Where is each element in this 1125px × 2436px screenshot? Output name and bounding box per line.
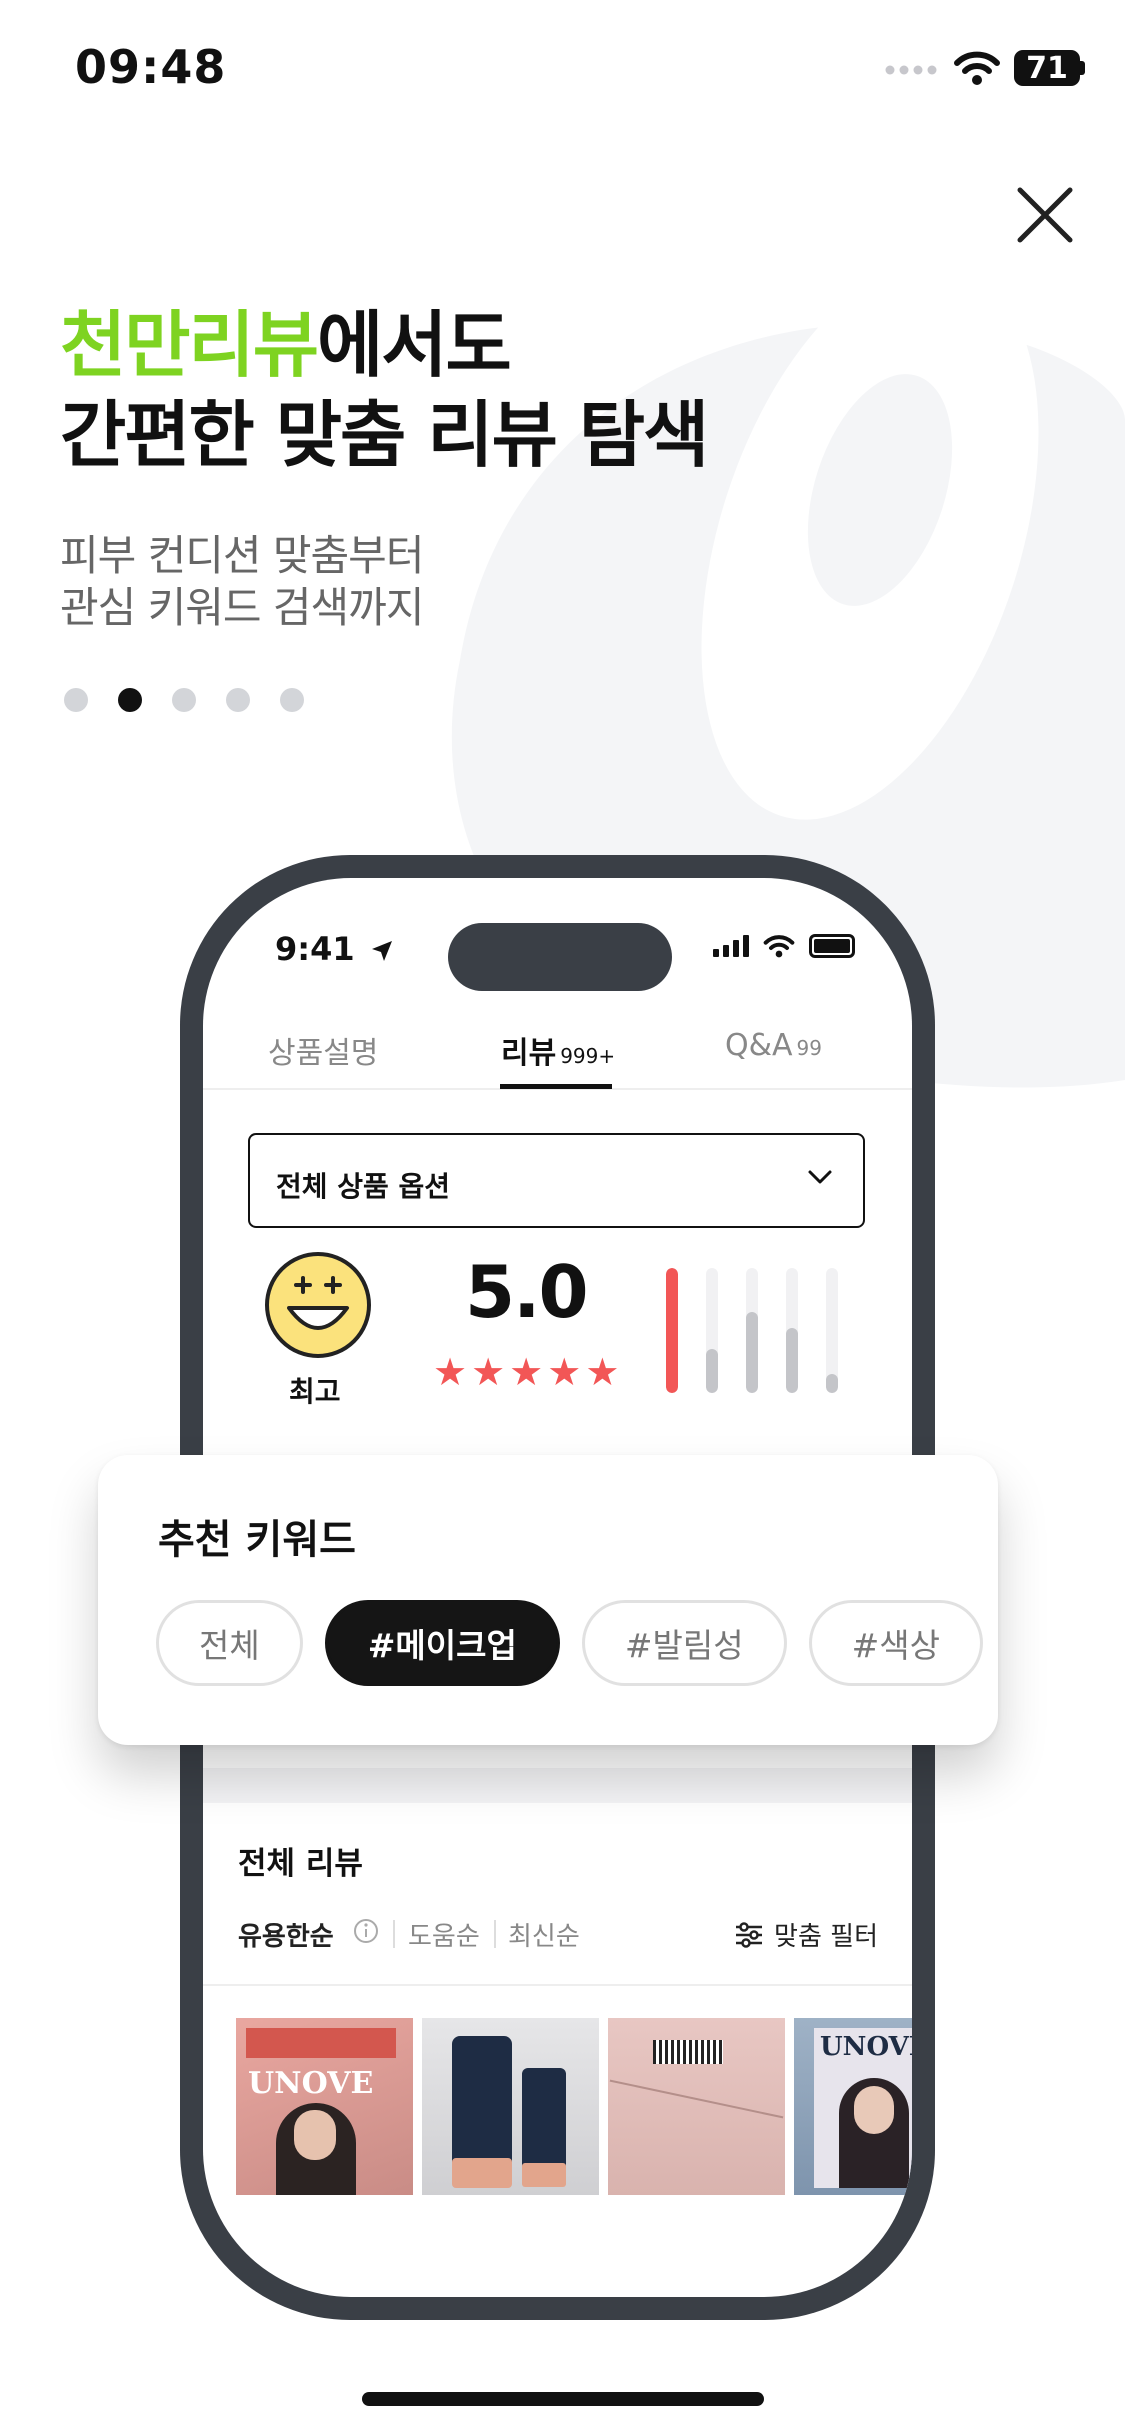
rating-bar [826,1268,838,1393]
sort-options: 유용한순 도움순 최신순 맞춤 필터 [238,1916,878,1956]
phone-wifi-icon [763,935,795,958]
rating-bar-fill [746,1312,758,1393]
battery-cap [1080,61,1085,75]
rating-bar-fill [786,1328,798,1393]
rating-bar-fill [706,1349,718,1393]
cellular-icon [713,935,749,957]
phone-status-time: 9:41 [275,930,394,968]
rating-bar-fill [826,1374,838,1393]
keyword-chip-color[interactable]: #색상 [808,1600,983,1686]
filter-sliders-icon [736,1921,763,1948]
rating-distribution [663,1268,863,1393]
rating-label: 최고 [289,1375,341,1408]
star-icon: ★ [433,1350,468,1394]
review-photo[interactable]: UNOVE [794,2018,912,2195]
review-photo[interactable] [422,2018,599,2195]
photo-brand-text: UNOVE [248,2066,374,2101]
sort-separator [494,1920,496,1948]
rating-bar [746,1268,758,1393]
page-dot-active[interactable] [118,688,142,712]
phone-time-text: 9:41 [275,930,355,968]
active-tab-indicator [500,1084,612,1089]
tab-qna[interactable]: Q&A 99 [725,1028,822,1063]
headline-line2: 간편한 맞춤 리뷰 탐색 [60,393,709,477]
location-arrow-icon [371,941,392,961]
photo-brand-text: UNOVE [820,2032,912,2062]
rating-bar [706,1268,718,1393]
star-icon: ★ [585,1350,620,1394]
chevron-down-icon [808,1170,832,1184]
phone-battery-icon [809,934,855,958]
status-icons: 71 [884,48,1085,88]
subtitle: 피부 컨디션 맞춤부터 관심 키워드 검색까지 [60,530,424,634]
tab-description[interactable]: 상품설명 [268,1028,378,1072]
star-icon: ★ [547,1350,582,1394]
page-dot[interactable] [64,688,88,712]
signal-icon [885,65,937,75]
review-photo[interactable] [608,2018,785,2195]
review-photo[interactable]: UNOVE [236,2018,413,2195]
sort-helpful[interactable]: 유용한순 [238,1916,334,1953]
review-photos: UNOVE UNOVE [236,2018,912,2195]
rating-bar [786,1268,798,1393]
keyword-chip-spreadability[interactable]: #발림성 [581,1600,787,1686]
tab-label: Q&A [725,1028,793,1063]
page-dot[interactable] [226,688,250,712]
average-score: 5.0 [465,1250,589,1334]
star-icon: ★ [509,1350,544,1394]
star-rating: ★ ★ ★ ★ ★ [433,1353,619,1391]
recommended-keywords-card: 추천 키워드 전체 #메이크업 #발림성 #색상 [98,1455,998,1745]
filter-label: 맞춤 필터 [774,1922,878,1952]
section-divider [203,1768,912,1803]
smiley-face-icon [265,1252,371,1358]
battery-icon: 71 [1014,50,1080,86]
phone-status-icons [713,934,855,958]
page-indicator [64,688,304,712]
close-icon[interactable] [1010,180,1080,250]
subtitle-line1: 피부 컨디션 맞춤부터 [60,531,424,580]
keyword-chips: 전체 #메이크업 #발림성 #색상 [156,1600,983,1686]
sort-helpful-2[interactable]: 도움순 [408,1916,480,1953]
all-reviews-title: 전체 리뷰 [238,1846,363,1882]
divider [203,1984,912,1986]
rating-bar [666,1268,678,1393]
tab-count: 99 [796,1036,822,1060]
home-indicator [362,2392,764,2406]
subtitle-line2: 관심 키워드 검색까지 [60,583,424,632]
product-tabs: 상품설명 리뷰 999+ Q&A 99 [203,998,912,1090]
sort-latest[interactable]: 최신순 [508,1916,580,1953]
option-select[interactable]: 전체 상품 옵션 [248,1133,865,1228]
keyword-chip-makeup[interactable]: #메이크업 [324,1600,560,1686]
custom-filter-button[interactable]: 맞춤 필터 [734,1916,878,1953]
status-time: 09:48 [75,40,227,94]
page-dot[interactable] [280,688,304,712]
dynamic-island [448,923,672,991]
headline-accent: 천만리뷰 [60,303,319,387]
page-dot[interactable] [172,688,196,712]
sort-separator [393,1920,395,1948]
battery-level: 71 [1026,50,1068,86]
tab-count: 999+ [560,1044,616,1068]
rating-bar-fill [666,1268,678,1393]
tab-label: 상품설명 [268,1036,379,1071]
star-icon: ★ [471,1350,506,1394]
keyword-chip-all[interactable]: 전체 [156,1600,303,1686]
tab-label: 리뷰 [501,1036,557,1071]
tab-reviews[interactable]: 리뷰 999+ [501,1028,615,1072]
wifi-icon [954,51,1000,85]
status-bar: 09:48 71 [0,0,1125,130]
option-select-label: 전체 상품 옵션 [276,1170,451,1203]
info-icon[interactable] [353,1918,379,1944]
headline-line1: 에서도 [316,303,512,387]
keywords-title: 추천 키워드 [158,1517,356,1563]
headline: 천만리뷰에서도 간편한 맞춤 리뷰 탐색 [60,300,709,480]
